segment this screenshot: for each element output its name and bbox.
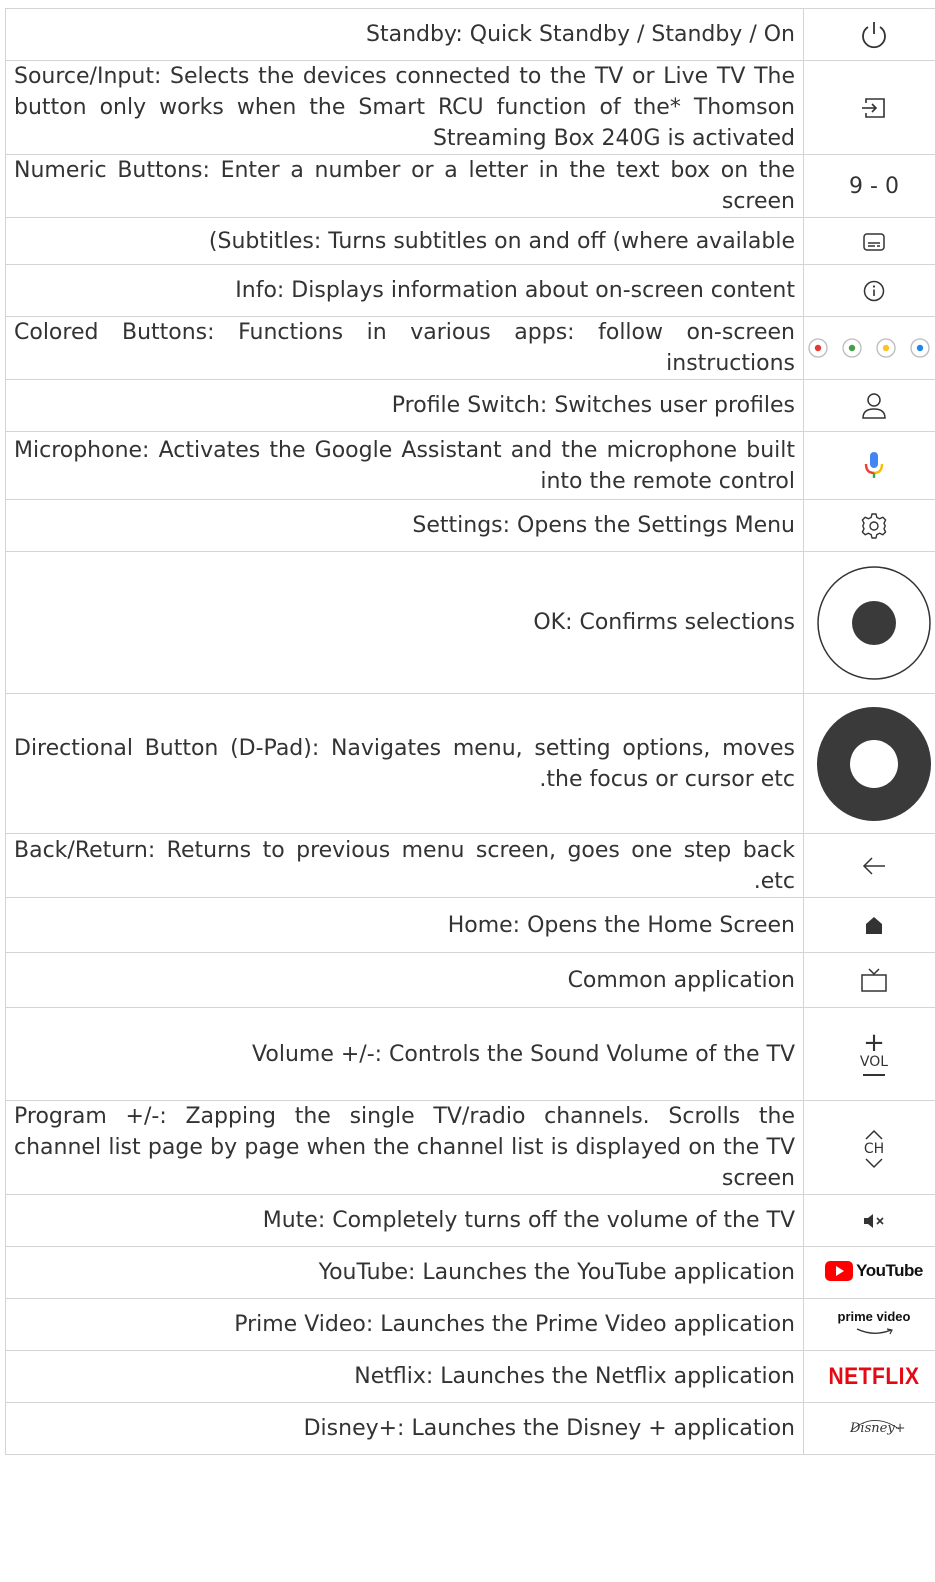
tv-icon [803, 952, 935, 1008]
row-description: Directional Button (D-Pad): Navigates me… [5, 693, 804, 834]
disney-plus-logo-text: Disney+ [850, 1421, 906, 1436]
row-description: (Subtitles: Turns subtitles on and off (… [5, 217, 804, 265]
table-row: Prime Video: Launches the Prime Video ap… [5, 1298, 935, 1351]
prime-smile-icon [856, 1327, 893, 1334]
row-description: Volume +/-: Controls the Sound Volume of… [5, 1007, 804, 1101]
youtube-logo-text: YouTube [856, 1260, 923, 1280]
table-row: Program +/-: Zapping the single TV/radio… [5, 1100, 935, 1195]
ok-button-icon [803, 551, 935, 694]
volume-icon: + VOL [803, 1007, 935, 1101]
table-row: Volume +/-: Controls the Sound Volume of… [5, 1007, 935, 1101]
blue-button-icon [910, 338, 930, 358]
chevron-down-icon [865, 1158, 883, 1169]
info-icon [803, 264, 935, 317]
colored-buttons-icon [803, 316, 935, 380]
table-row: Source/Input: Selects the devices connec… [5, 60, 935, 155]
red-button-icon [808, 338, 828, 358]
row-description: Prime Video: Launches the Prime Video ap… [5, 1298, 804, 1351]
channel-label: CH [863, 1141, 885, 1157]
source-input-icon [803, 60, 935, 155]
disney-plus-logo: Disney+ [803, 1402, 935, 1455]
volume-down-icon [863, 1074, 885, 1076]
table-row: Settings: Opens the Settings Menu [5, 499, 935, 552]
youtube-logo: YouTube [803, 1246, 935, 1299]
row-description: Settings: Opens the Settings Menu [5, 499, 804, 552]
prime-video-logo-text: prime video [837, 1309, 911, 1324]
table-row: Back/Return: Returns to previous menu sc… [5, 833, 935, 898]
green-button-icon [842, 338, 862, 358]
numeric-range-text: 9 - 0 [849, 173, 899, 199]
power-icon [803, 8, 935, 61]
table-row: Profile Switch: Switches user profiles [5, 379, 935, 432]
home-icon [803, 897, 935, 953]
row-description: Standby: Quick Standby / Standby / On [5, 8, 804, 61]
row-description: Common application [5, 952, 804, 1008]
table-row: Common application [5, 952, 935, 1008]
remote-buttons-table: Standby: Quick Standby / Standby / On So… [5, 8, 935, 1455]
row-description: Numeric Buttons: Enter a number or a let… [5, 154, 804, 218]
row-description: YouTube: Launches the YouTube applicatio… [5, 1246, 804, 1299]
row-description: OK: Confirms selections [5, 551, 804, 694]
dpad-icon [803, 693, 935, 834]
volume-up-icon: + [863, 1028, 885, 1058]
table-row: Mute: Completely turns off the volume of… [5, 1194, 935, 1247]
netflix-logo-text: NETFLIX [828, 1362, 920, 1390]
table-row: Numeric Buttons: Enter a number or a let… [5, 154, 935, 218]
table-row: (Subtitles: Turns subtitles on and off (… [5, 217, 935, 265]
table-row: Colored Buttons: Functions in various ap… [5, 316, 935, 380]
yellow-button-icon [876, 338, 896, 358]
mute-icon [803, 1194, 935, 1247]
row-description: Source/Input: Selects the devices connec… [5, 60, 804, 155]
profile-icon [803, 379, 935, 432]
table-row: Microphone: Activates the Google Assista… [5, 431, 935, 500]
subtitles-icon [803, 217, 935, 265]
table-row: YouTube: Launches the YouTube applicatio… [5, 1246, 935, 1299]
row-description: Profile Switch: Switches user profiles [5, 379, 804, 432]
youtube-play-icon [825, 1260, 854, 1281]
row-description: Colored Buttons: Functions in various ap… [5, 316, 804, 380]
table-row: Netflix: Launches the Netflix applicatio… [5, 1350, 935, 1403]
row-description: Program +/-: Zapping the single TV/radio… [5, 1100, 804, 1195]
table-row: Disney+: Launches the Disney + applicati… [5, 1402, 935, 1455]
prime-video-logo: prime video [803, 1298, 935, 1351]
row-description: Mute: Completely turns off the volume of… [5, 1194, 804, 1247]
numeric-buttons-label: 9 - 0 [803, 154, 935, 218]
volume-label: VOL [859, 1054, 889, 1070]
row-description: Home: Opens the Home Screen [5, 897, 804, 953]
row-description: Info: Displays information about on-scre… [5, 264, 804, 317]
back-arrow-icon [803, 833, 935, 898]
channel-icon: CH [803, 1100, 935, 1195]
table-row: Home: Opens the Home Screen [5, 897, 935, 953]
chevron-up-icon [865, 1129, 883, 1140]
row-description: Disney+: Launches the Disney + applicati… [5, 1402, 804, 1455]
table-row: Directional Button (D-Pad): Navigates me… [5, 693, 935, 834]
row-description: Microphone: Activates the Google Assista… [5, 431, 804, 500]
row-description: Netflix: Launches the Netflix applicatio… [5, 1350, 804, 1403]
row-description: Back/Return: Returns to previous menu sc… [5, 833, 804, 898]
microphone-icon [803, 431, 935, 500]
netflix-logo: NETFLIX [803, 1350, 935, 1403]
table-row: Info: Displays information about on-scre… [5, 264, 935, 317]
table-row: OK: Confirms selections [5, 551, 935, 694]
table-row: Standby: Quick Standby / Standby / On [5, 8, 935, 61]
settings-gear-icon [803, 499, 935, 552]
